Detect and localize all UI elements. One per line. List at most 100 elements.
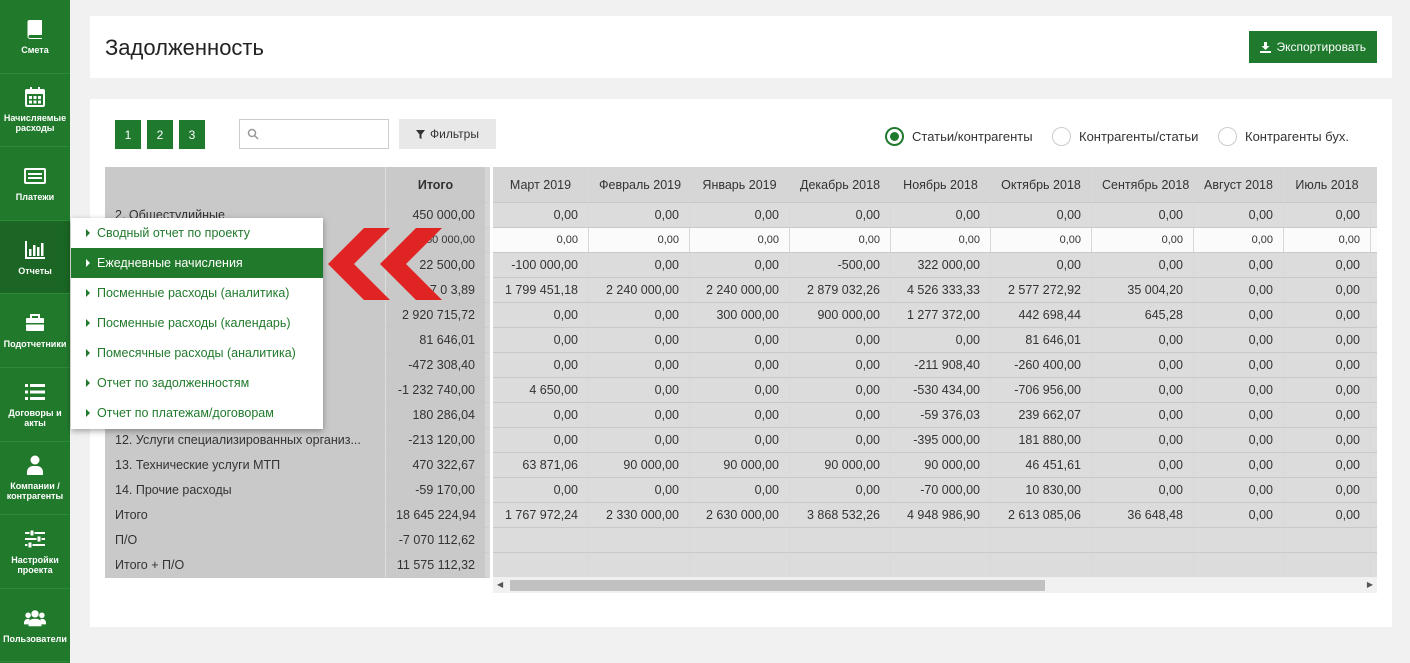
sidebar-item-label: Настройки проекта [11,554,59,575]
scroll-left-icon[interactable]: ◀ [497,580,503,589]
page-button-1[interactable]: 1 [115,120,141,149]
row-value-cell: 0,00 [690,378,790,403]
radio-contractors-accounting[interactable]: Контрагенты бух. [1218,127,1349,146]
dropdown-item[interactable]: Посменные расходы (аналитика) [71,278,323,308]
row-value-cell: 0,00 [690,228,790,253]
sidebar-item[interactable]: Настройки проекта [0,515,70,589]
sidebar-item[interactable]: Смета [0,0,70,74]
row-value-cell: 181 880,00 [991,428,1092,453]
row-value-cell: 0,00 [1284,278,1371,303]
radio-circle[interactable] [885,127,904,146]
row-value-cell: 0,00 [493,303,589,328]
row-value-cell: 0,00 [690,403,790,428]
download-icon [1260,41,1272,53]
dropdown-item-label: Посменные расходы (аналитика) [97,286,290,300]
sidebar: Смета Начисляемые расходы Платежи Отчеты Под… [0,0,70,663]
row-value-cell: -500,00 [790,253,891,278]
row-value-cell: 0,00 [1284,353,1371,378]
header-cell-month: Сентябрь 2018 [1092,167,1194,203]
briefcase-icon [24,312,46,334]
dropdown-item[interactable]: Ежедневные начисления [71,248,323,278]
sidebar-item[interactable]: Подотчетники [0,294,70,368]
row-value-cell: 2 630 000,00 [690,503,790,528]
table-row[interactable]: 14. Прочие расходы -59 170,00 0,00 0,00 0,00… [105,478,1377,503]
dropdown-item[interactable]: Отчет по задолженностям [71,368,323,398]
row-value-cell: 0,00 [790,228,891,253]
row-value-cell: ( [1371,378,1377,403]
header-cell-month: Ноябрь 2018 [891,167,991,203]
radio-contractors-articles[interactable]: Контрагенты/статьи [1052,127,1198,146]
table-row[interactable]: Итого 18 645 224,94 1 767 972,24 2 330 000,… [105,503,1377,528]
radio-articles-contractors[interactable]: Статьи/контрагенты [885,127,1033,146]
filters-button[interactable]: Фильтры [399,119,496,149]
row-value-cell: 0,00 [1194,503,1284,528]
caret-right-icon [86,259,90,267]
export-label: Экспортировать [1276,40,1366,54]
row-value-cell: 0,00 [1284,378,1371,403]
row-value-cell [589,528,690,553]
search-input[interactable] [239,119,389,149]
row-value-cell: 2 879 032,26 [790,278,891,303]
sliders-icon [24,528,46,550]
row-value-cell: 0,00 [1194,428,1284,453]
row-value-cell: ( [1371,353,1377,378]
page-button-3[interactable]: 3 [179,120,205,149]
radio-circle[interactable] [1052,127,1071,146]
page-button-2[interactable]: 2 [147,120,173,149]
user-icon [24,454,46,476]
horizontal-scrollbar[interactable]: ◀ ▶ [493,577,1377,593]
dropdown-item[interactable]: Помесячные расходы (аналитика) [71,338,323,368]
table-row[interactable]: П/О -7 070 112,62 [105,528,1377,553]
radio-label: Контрагенты/статьи [1079,129,1199,144]
row-value-cell: 0,00 [493,328,589,353]
row-value-cell: 0,00 [991,253,1092,278]
sidebar-item[interactable]: Компании / контрагенты [0,442,70,516]
row-value-cell: -70 000,00 [891,478,991,503]
row-value-cell: 0,00 [589,403,690,428]
row-value-cell: 900 000,00 [790,303,891,328]
row-value-cell: ( [1371,278,1377,303]
row-value-cell: 3 868 532,26 [790,503,891,528]
row-value-cell: 63 871,06 [493,453,589,478]
row-total-cell: 81 646,01 [386,328,490,353]
sidebar-item-label: Пользователи [3,633,67,644]
row-value-cell: 0,00 [1092,378,1194,403]
radio-circle[interactable] [1218,127,1237,146]
row-value-cell: 1 767 972,24 [493,503,589,528]
row-value-cell: -260 400,00 [991,353,1092,378]
row-value-cell [690,553,790,578]
row-label-cell: 12. Услуги специализированных организ... [105,428,386,453]
sidebar-item[interactable]: Платежи [0,147,70,221]
row-value-cell: 0,00 [790,328,891,353]
table-row[interactable]: 12. Услуги специализированных организ...… [105,428,1377,453]
sidebar-item[interactable]: Договоры и акты [0,368,70,442]
page-title: Задолженность [105,35,264,60]
sidebar-item[interactable]: Пользователи [0,589,70,663]
row-value-cell: 0,00 [1194,203,1284,228]
scrollbar-thumb[interactable] [510,580,1045,591]
scroll-right-icon[interactable]: ▶ [1367,580,1373,589]
row-value-cell: -100 000,00 [493,253,589,278]
row-value-cell: 0,00 [1284,453,1371,478]
row-value-cell: 0,00 [1284,228,1371,253]
row-value-cell [991,528,1092,553]
sidebar-item[interactable]: Начисляемые расходы [0,74,70,148]
row-value-cell: 0,00 [493,353,589,378]
export-button[interactable]: Экспортировать [1249,31,1377,63]
dropdown-item[interactable]: Посменные расходы (календарь) [71,308,323,338]
row-value-cell: 81 646,01 [991,328,1092,353]
row-value-cell: 90 000,00 [891,453,991,478]
row-value-cell [493,528,589,553]
row-value-cell: 0,00 [589,228,690,253]
table-row[interactable]: 13. Технические услуги МТП 470 322,67 63 8… [105,453,1377,478]
row-value-cell: 0,00 [790,403,891,428]
row-value-cell: 1( [1371,203,1377,228]
caret-right-icon [86,379,90,387]
row-value-cell: 0,00 [1284,303,1371,328]
dropdown-item[interactable]: Отчет по платежам/договорам [71,398,323,428]
dropdown-item[interactable]: Сводный отчет по проекту [71,218,323,248]
sidebar-item[interactable]: Отчеты [0,220,70,295]
table-row[interactable]: Итого + П/О 11 575 112,32 [105,553,1377,578]
row-value-cell: 0,00 [891,328,991,353]
caret-right-icon [86,289,90,297]
